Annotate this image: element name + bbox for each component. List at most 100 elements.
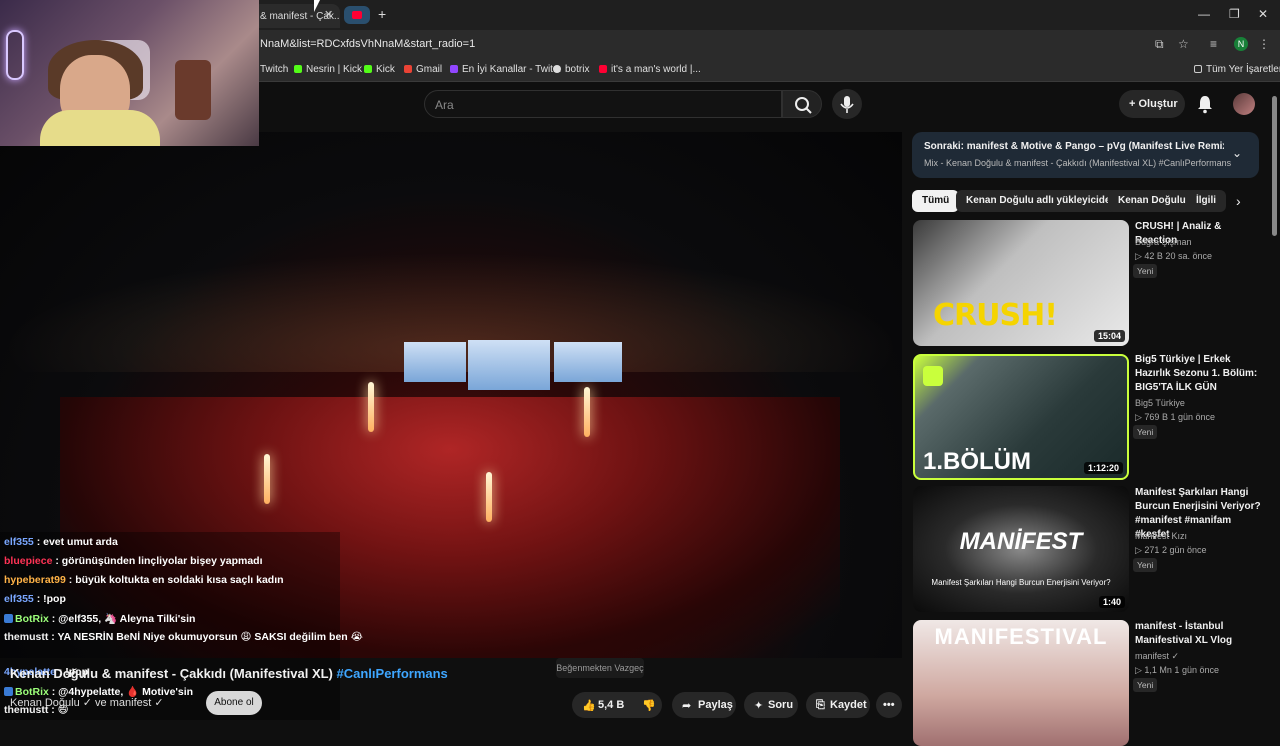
save-button[interactable]: ⎘ Kaydet — [806, 692, 870, 718]
bookmark-nesrin-kick[interactable]: Nesrin | Kick — [294, 64, 362, 75]
thumbnail-text: MANIFESTIVAL — [934, 624, 1108, 649]
search-icon — [795, 97, 812, 114]
thumbnail-text: CRUSH! — [933, 298, 1058, 333]
folder-icon — [1194, 65, 1202, 73]
close-tab-icon[interactable]: ✕ — [324, 8, 333, 21]
ask-button[interactable]: ✦ Soru — [744, 692, 798, 718]
chat-message: elf355 : !pop — [4, 593, 66, 605]
share-icon: ➦ — [682, 700, 692, 712]
chevron-down-icon[interactable]: ⌄ — [1232, 146, 1242, 160]
video-title-link[interactable]: Big5 Türkiye | Erkek Hazırlık Sezonu 1. … — [1135, 353, 1265, 395]
share-button[interactable]: ➦ Paylaş — [672, 692, 736, 718]
scrollbar-thumb[interactable] — [1272, 96, 1277, 236]
chat-message: elf355 : evet umut arda — [4, 536, 118, 548]
decor-figure — [175, 60, 211, 120]
more-menu-icon[interactable]: ⋮ — [1258, 37, 1270, 51]
next-up-panel[interactable]: Sonraki: manifest & Motive & Pango – pVg… — [912, 132, 1259, 178]
video-title-link[interactable]: manifest - İstanbul Manifestival XL Vlog — [1135, 620, 1265, 648]
twitch-icon — [450, 65, 458, 73]
mod-badge-icon — [4, 687, 13, 696]
profile-avatar[interactable]: N — [1234, 37, 1248, 51]
media-icon[interactable]: ≡ — [1210, 37, 1217, 51]
bookmark-gmail[interactable]: Gmail — [404, 64, 442, 75]
chat-message: bluepiece : görünüşünden linçliyolar biş… — [4, 555, 263, 567]
bookmark-mans-world[interactable]: it's a man's world |... — [599, 64, 701, 75]
video-title: Kenan Doğulu & manifest - Çakkıdı (Manif… — [10, 666, 448, 681]
voice-search-button[interactable] — [832, 89, 862, 119]
search-input[interactable]: Ara — [424, 90, 782, 118]
next-up-title: Sonraki: manifest & Motive & Pango – pVg… — [924, 141, 1224, 152]
chip-from-uploader[interactable]: Kenan Doğulu adlı yükleyiciden — [956, 190, 1127, 212]
light-tower — [486, 472, 492, 522]
maximize-icon[interactable]: ❐ — [1229, 7, 1240, 21]
search-placeholder: Ara — [435, 98, 454, 112]
stage-screen-center — [468, 340, 550, 390]
kick-icon — [294, 65, 302, 73]
next-up-subtitle: Mix - Kenan Doğulu & manifest - Çakkıdı … — [924, 158, 1232, 168]
bookmark-kick[interactable]: Kick — [364, 64, 395, 75]
bookmark-icon: ⎘ — [816, 699, 825, 711]
chat-message: hypeberat99 : büyük koltukta en soldaki … — [4, 574, 284, 586]
youtube-icon — [599, 65, 607, 73]
video-meta: ▷ 271 2 gün önce — [1135, 545, 1207, 555]
channel-link[interactable]: Buğra Şişman — [1135, 237, 1192, 247]
video-thumbnail[interactable]: CRUSH! 15:04 — [913, 220, 1129, 346]
mouse-cursor — [314, 0, 320, 12]
gmail-icon — [404, 65, 412, 73]
bookmark-en-iyi-kanallar[interactable]: En İyi Kanallar - Twit... — [450, 64, 561, 75]
new-badge: Yeni — [1133, 558, 1158, 572]
thumbs-up-icon[interactable]: 👍 — [582, 699, 596, 712]
bookmark-twitch[interactable]: Twitch — [260, 64, 288, 75]
youtube-icon — [352, 11, 362, 19]
new-badge: Yeni — [1133, 264, 1158, 278]
minimize-icon[interactable]: — — [1198, 7, 1210, 21]
more-actions-button[interactable]: ••• — [876, 692, 902, 718]
url-field[interactable]: NnaM&list=RDCxfdsVhNnaM&start_radio=1 — [260, 38, 475, 50]
thumbs-down-icon[interactable]: 👎 — [642, 699, 656, 712]
dislike-tooltip: Beğenmekten Vazgeç — [556, 658, 644, 678]
video-thumbnail[interactable]: MANIFESTIVAL — [913, 620, 1129, 746]
streamer-shirt — [40, 110, 160, 146]
neon-sign — [6, 30, 24, 80]
notifications-bell-icon[interactable] — [1196, 94, 1214, 114]
browser-tab-youtube[interactable] — [344, 6, 370, 24]
chip-all[interactable]: Tümü — [912, 190, 960, 212]
light-tower — [264, 454, 270, 504]
video-thumbnail[interactable]: 1.BÖLÜM 1:12:20 — [913, 354, 1129, 480]
video-meta: ▷ 769 B 1 gün önce — [1135, 412, 1215, 422]
more-horizontal-icon: ••• — [883, 699, 895, 711]
light-tower — [584, 387, 590, 437]
thumbnail-subtext: Manifest Şarkıları Hangi Burcun Enerjisi… — [931, 578, 1111, 587]
chevron-right-icon[interactable]: › — [1236, 193, 1241, 209]
account-avatar[interactable] — [1233, 93, 1255, 115]
channel-link[interactable]: manifest ✓ — [1135, 651, 1179, 662]
botrix-icon — [553, 65, 561, 73]
kick-icon — [364, 65, 372, 73]
thumbnail-text: 1.BÖLÜM — [923, 448, 1031, 475]
hashtag-link[interactable]: #CanlıPerformans — [337, 666, 448, 681]
new-badge: Yeni — [1133, 425, 1158, 439]
close-window-icon[interactable]: ✕ — [1258, 7, 1268, 21]
all-bookmarks[interactable]: Tüm Yer İşaretleri — [1194, 64, 1280, 75]
light-tower — [368, 382, 374, 432]
chip-related[interactable]: İlgili — [1186, 190, 1226, 212]
subscribe-button[interactable]: Abone ol — [206, 691, 262, 715]
create-button[interactable]: + Oluştur — [1119, 90, 1185, 118]
channel-link[interactable]: Big5 Türkiye — [1135, 398, 1185, 408]
channel-link[interactable]: Manifest Kızı — [1135, 531, 1187, 541]
chip-kenan-dogulu[interactable]: Kenan Doğulu — [1108, 190, 1196, 212]
like-count[interactable]: 5,4 B — [598, 699, 624, 711]
chat-message: BotRix : @elf355, 🦄 Aleyna Tilki'sin — [4, 612, 195, 625]
channel-name[interactable]: Kenan Doğulu ✓ ve manifest ✓ — [10, 696, 164, 709]
mod-badge-icon — [4, 614, 13, 623]
thumbnail-text: MANİFEST — [959, 528, 1083, 555]
video-thumbnail[interactable]: MANİFEST Manifest Şarkıları Hangi Burcun… — [913, 486, 1129, 612]
search-button[interactable] — [782, 90, 822, 118]
bookmark-botrix[interactable]: botrix — [553, 64, 589, 75]
big5-logo-icon — [923, 366, 943, 386]
stage-screen-left — [404, 342, 466, 382]
install-app-icon[interactable]: ⧉ — [1155, 37, 1164, 52]
bookmark-star-icon[interactable]: ☆ — [1178, 37, 1189, 51]
stream-chat: elf355 : evet umut arda bluepiece : görü… — [0, 532, 363, 720]
new-tab-icon[interactable]: + — [378, 6, 386, 22]
